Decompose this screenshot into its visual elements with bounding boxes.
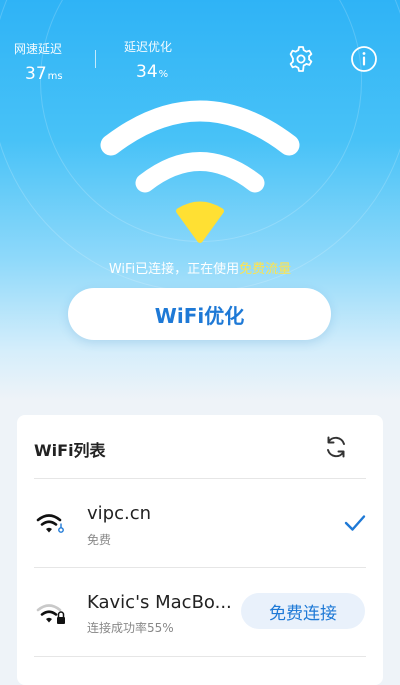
- wifi-locked-icon: [36, 604, 65, 624]
- free-connect-button[interactable]: 免费连接: [241, 593, 365, 629]
- optimize-label: 延迟优化: [124, 40, 173, 54]
- wifi-list-title: WiFi列表: [34, 441, 106, 460]
- wifi-name: Kavic's MacBo...: [87, 592, 232, 613]
- list-divider: [34, 656, 366, 657]
- latency-unit: ms: [47, 71, 63, 82]
- wifi-list-card: WiFi列表 vipc.cn 免费 Kavic's MacBo... 连接成功率…: [17, 415, 383, 685]
- latency-value-row: 37ms: [25, 64, 63, 84]
- connection-status: WiFi已连接，正在使用免费流量: [0, 258, 400, 277]
- optimize-stat: 延迟优化 34%: [124, 38, 172, 82]
- optimize-value: 34: [136, 62, 158, 82]
- info-icon[interactable]: [350, 45, 378, 73]
- gear-icon[interactable]: [287, 45, 315, 73]
- wifi-subtitle: 连接成功率55%: [87, 621, 174, 635]
- wifi-secure-icon: [36, 514, 64, 533]
- hero-section: 网速延迟 37ms 延迟优化 34% WiFi已连接，正在使用免费流量 WiFi…: [0, 0, 400, 400]
- wifi-subtitle: 免费: [87, 533, 112, 547]
- wifi-signal-icon: [100, 100, 300, 243]
- latency-stat: 网速延迟 37ms: [14, 40, 63, 84]
- status-text: WiFi已连接，正在使用: [108, 262, 240, 277]
- optimize-unit: %: [158, 69, 169, 80]
- wifi-list-item[interactable]: vipc.cn 免费: [17, 479, 383, 567]
- checkmark-icon: [344, 515, 366, 531]
- latency-value: 37: [25, 64, 47, 84]
- wifi-optimize-button[interactable]: WiFi优化: [68, 288, 331, 340]
- stat-divider: [95, 50, 96, 68]
- optimize-value-row: 34%: [136, 62, 172, 82]
- wifi-name: vipc.cn: [87, 503, 152, 524]
- latency-label: 网速延迟: [14, 42, 63, 56]
- free-traffic-highlight: 免费流量: [239, 262, 292, 277]
- refresh-icon[interactable]: [323, 434, 349, 460]
